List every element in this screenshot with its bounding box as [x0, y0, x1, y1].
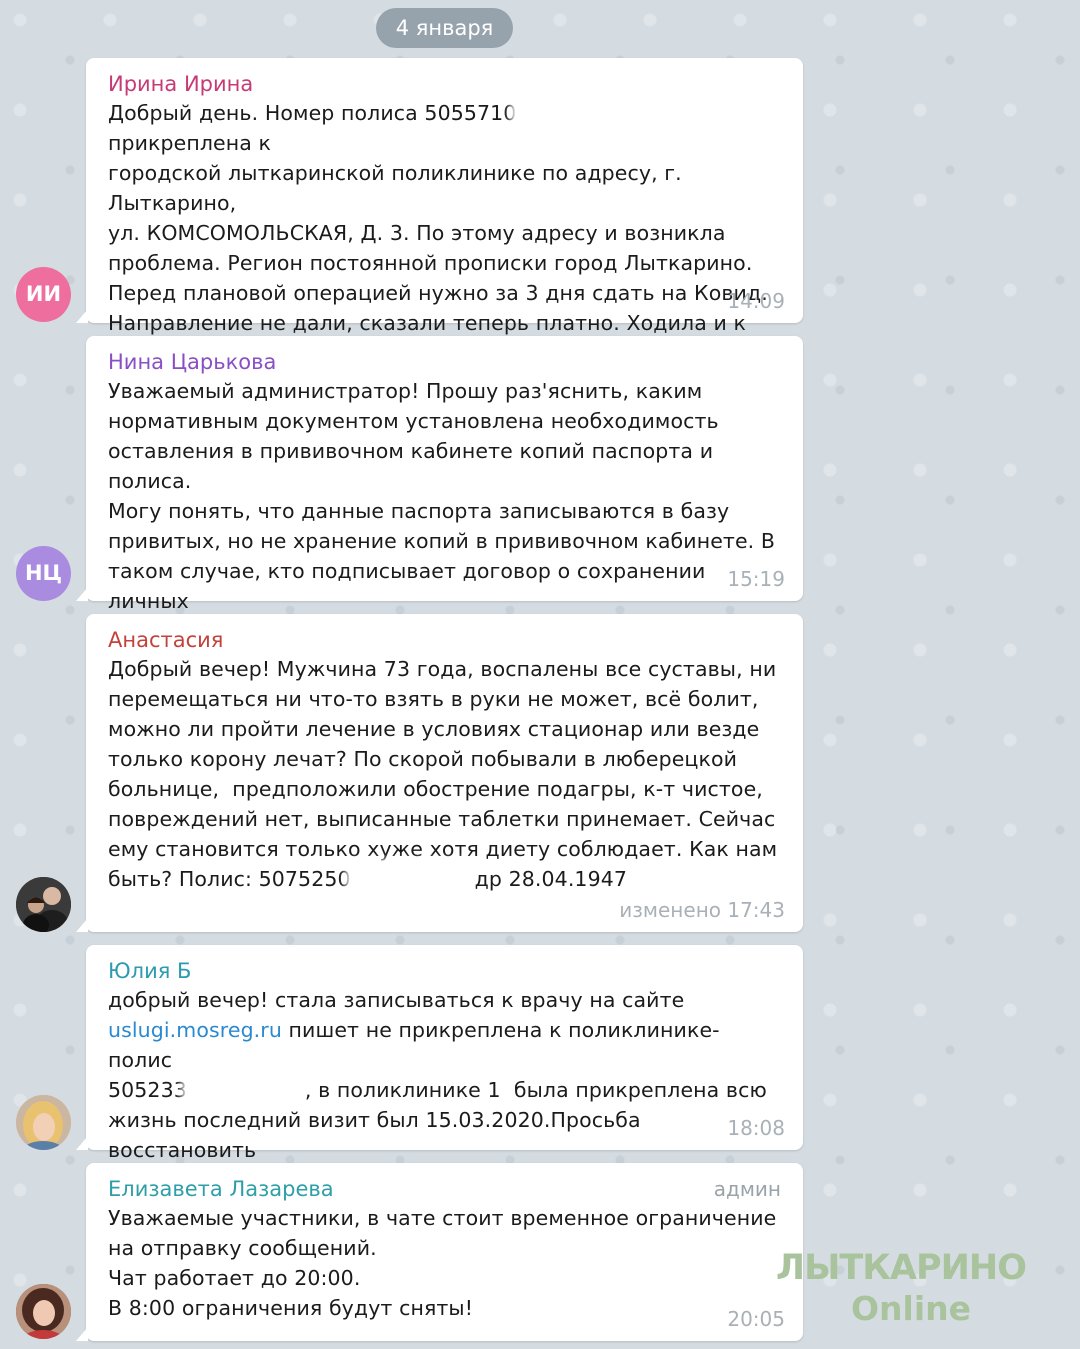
message-text: Добрый день. Номер полиса 5055710прикреп…: [108, 99, 768, 365]
message-bubble[interactable]: Юлия Б добрый вечер! стала записываться …: [76, 945, 803, 1192]
message-sender[interactable]: Елизавета Лазарева: [108, 1175, 781, 1203]
redacted-block: [350, 865, 469, 891]
avatar-photo-icon: [16, 877, 71, 932]
message-sender[interactable]: Ирина Ирина: [108, 70, 781, 98]
message-text: Уважаемый администратор! Прошу раз'яснит…: [108, 379, 776, 643]
redacted-block: [186, 1076, 305, 1102]
message-time: 18:08: [727, 1116, 785, 1140]
watermark-logo: ЛЫТКАРИНО Online: [776, 1248, 1027, 1328]
message-sender[interactable]: Нина Царькова: [108, 348, 781, 376]
message-bubble[interactable]: Нина Царькова Уважаемый администратор! П…: [76, 336, 803, 643]
message-text: Добрый вечер! Мужчина 73 года, воспалены…: [108, 657, 778, 891]
message-time: 14:09: [727, 289, 785, 313]
message-time: 15:19: [727, 567, 785, 591]
avatar[interactable]: [16, 1095, 71, 1150]
admin-badge: админ: [713, 1177, 781, 1201]
avatar-photo-icon: [16, 1284, 71, 1339]
message-sender[interactable]: Анастасия: [108, 626, 781, 654]
message-bubble[interactable]: Анастасия Добрый вечер! Мужчина 73 года,…: [76, 614, 803, 932]
message-text: Уважаемые участники, в чате стоит времен…: [108, 1206, 777, 1320]
avatar-photo-icon: [16, 1095, 71, 1150]
date-separator: 4 января: [376, 8, 513, 48]
avatar[interactable]: НЦ: [16, 546, 71, 601]
redacted-block: [516, 99, 633, 125]
message-link[interactable]: uslugi.mosreg.ru: [108, 1018, 282, 1042]
message-time: изменено 17:43: [619, 898, 785, 922]
avatar[interactable]: ИИ: [16, 267, 71, 322]
avatar[interactable]: [16, 877, 71, 932]
avatar[interactable]: [16, 1284, 71, 1339]
message-bubble[interactable]: Елизавета Лазарева админ Уважаемые участ…: [76, 1163, 803, 1341]
message-sender[interactable]: Юлия Б: [108, 957, 781, 985]
message-bubble[interactable]: Ирина Ирина Добрый день. Номер полиса 50…: [76, 58, 803, 365]
